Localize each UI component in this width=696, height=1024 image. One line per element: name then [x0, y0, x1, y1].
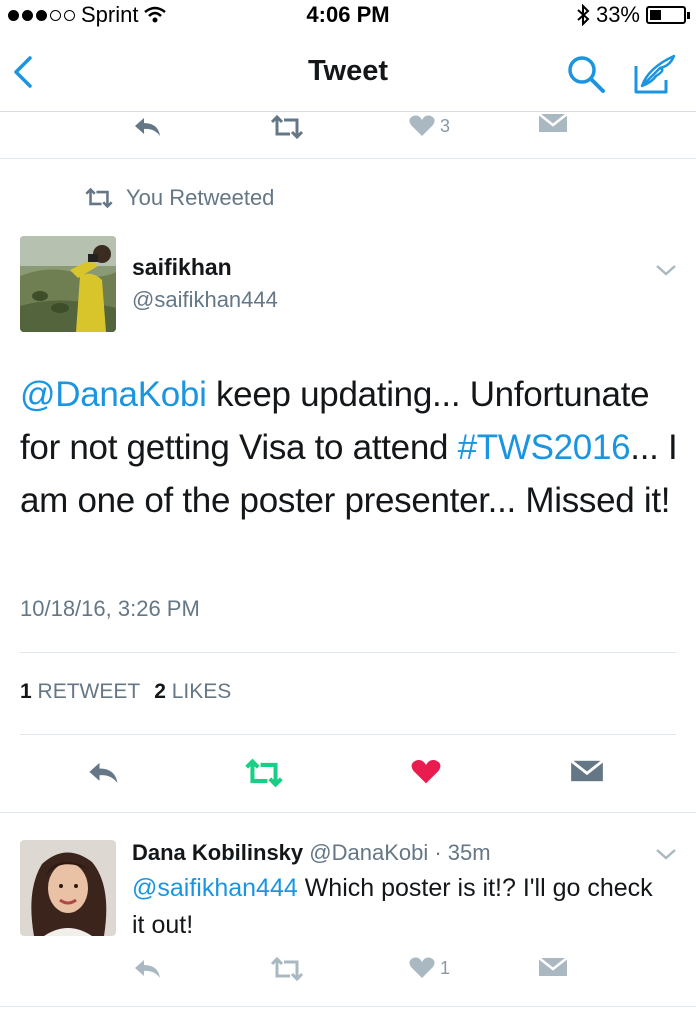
chevron-down-icon[interactable] [654, 846, 678, 862]
tweet-timestamp: 10/18/16, 3:26 PM [20, 596, 200, 621]
hashtag-link[interactable]: #TWS2016 [458, 428, 631, 467]
author-handle[interactable]: @saifikhan444 [132, 287, 278, 313]
reply-action[interactable] [132, 956, 164, 982]
reply-header: Dana Kobilinsky @DanaKobi · 35m [132, 840, 491, 866]
nav-bar: Tweet [0, 30, 696, 112]
retweet-action[interactable] [270, 956, 304, 982]
likes-label: LIKES [171, 680, 232, 703]
reply-author-name[interactable]: Dana Kobilinsky [132, 840, 303, 865]
chevron-down-icon[interactable] [654, 262, 678, 278]
heart-icon [409, 115, 435, 136]
profile-photo [20, 236, 116, 332]
retweet-context-label: You Retweeted [126, 185, 275, 210]
reply-icon [135, 118, 160, 136]
tweet-stats: 1 RETWEET 2 LIKES [20, 680, 231, 704]
search-icon[interactable] [564, 52, 608, 96]
retweet-icon [245, 758, 283, 788]
retweets-stat[interactable]: 1 RETWEET [20, 680, 140, 704]
heart-icon [411, 760, 441, 784]
status-right: 33% [576, 2, 690, 28]
compose-tweet-icon[interactable] [630, 50, 680, 98]
mail-icon [570, 759, 604, 782]
retweet-icon [270, 956, 304, 982]
like-button[interactable] [410, 758, 442, 786]
like-count: 1 [440, 957, 451, 978]
like-action[interactable]: 1 [408, 956, 450, 980]
dm-button[interactable] [570, 758, 604, 784]
reply-icon [135, 960, 160, 978]
reply-actions: 1 [0, 956, 696, 996]
retweet-count: 1 [20, 680, 32, 703]
profile-photo [20, 840, 116, 936]
dm-action[interactable] [538, 112, 568, 134]
mention-link[interactable]: @saifikhan444 [132, 874, 298, 902]
retweet-icon [85, 187, 113, 209]
mention-link[interactable]: @DanaKobi [20, 375, 207, 414]
avatar[interactable] [20, 236, 116, 332]
battery-percent: 33% [595, 2, 640, 27]
reply-button[interactable] [86, 758, 122, 788]
retweet-context: You Retweeted [84, 185, 274, 211]
separator [20, 652, 676, 653]
like-count: 2 [154, 680, 166, 703]
retweet-action[interactable] [270, 114, 304, 140]
retweet-label: RETWEET [37, 680, 141, 703]
retweet-icon [270, 114, 304, 140]
bluetooth-icon [577, 4, 590, 26]
reply-icon [89, 762, 118, 784]
like-action[interactable]: 3 [408, 114, 450, 138]
separator [0, 158, 696, 159]
battery-icon [646, 6, 690, 24]
separator [0, 812, 696, 813]
mail-icon [538, 957, 568, 976]
separator [0, 1006, 696, 1007]
avatar[interactable] [20, 840, 116, 936]
author-name[interactable]: saifikhan [132, 254, 232, 281]
tweet-actions [0, 756, 696, 796]
reply-action[interactable] [132, 114, 164, 140]
tweet-text: @DanaKobi keep updating... Unfortunate f… [20, 368, 680, 527]
heart-icon [409, 957, 435, 978]
mail-icon [538, 113, 568, 132]
prev-tweet-actions: 3 [0, 112, 696, 152]
status-bar: Sprint 4:06 PM 33% [0, 0, 696, 30]
dm-action[interactable] [538, 956, 568, 978]
likes-stat[interactable]: 2 LIKES [154, 680, 231, 704]
separator [20, 734, 676, 735]
like-count: 3 [440, 115, 451, 136]
reply-meta: @DanaKobi · 35m [309, 840, 491, 865]
retweet-button[interactable] [244, 758, 284, 788]
reply-text: @saifikhan444 Which poster is it!? I'll … [132, 870, 672, 944]
